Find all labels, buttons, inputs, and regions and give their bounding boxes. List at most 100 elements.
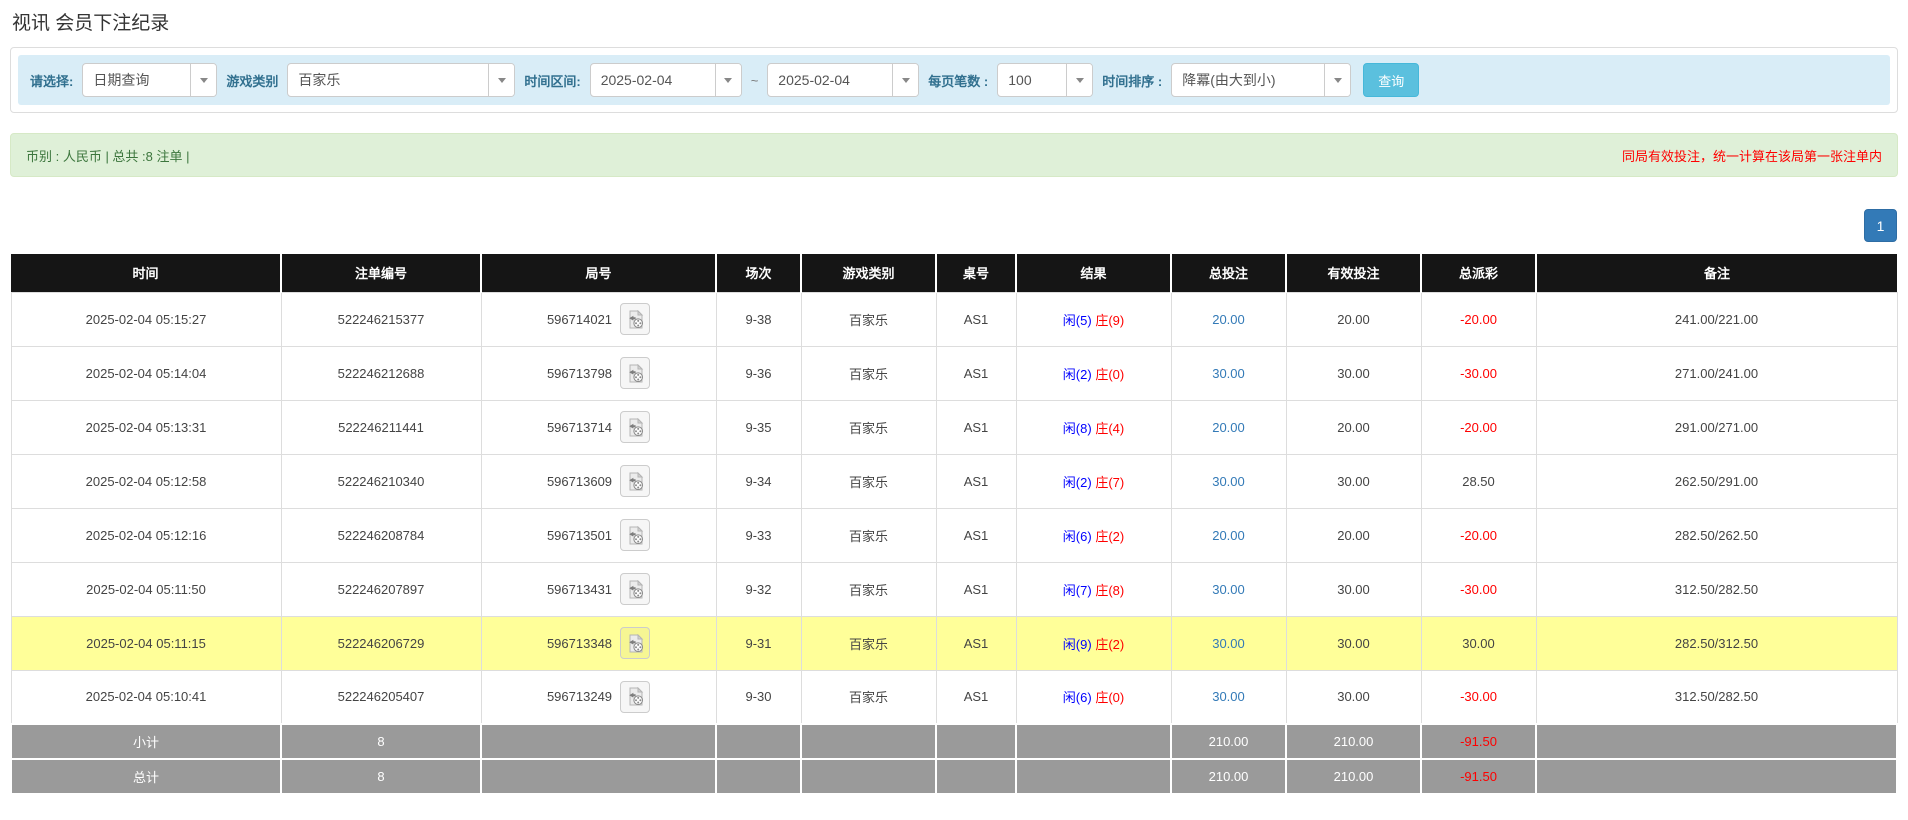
game-category-cell: 百家乐: [801, 400, 936, 454]
time-cell: 2025-02-04 05:13:31: [11, 400, 281, 454]
round-id-cell: 596713348: [481, 616, 716, 670]
total-bet-cell: 30.00: [1171, 670, 1286, 724]
valid-bet-cell: 20.00: [1286, 508, 1421, 562]
banker-result: 庄(0): [1095, 690, 1124, 705]
table-row: 2025-02-04 05:11:50 522246207897 5967134…: [11, 562, 1897, 616]
summary-count-cell: 8: [281, 724, 481, 759]
remark-cell: 241.00/221.00: [1536, 292, 1897, 346]
total-bet-link[interactable]: 30.00: [1212, 366, 1245, 381]
total-bet-link[interactable]: 30.00: [1212, 582, 1245, 597]
remark-cell: 312.50/282.50: [1536, 670, 1897, 724]
banker-result: 庄(0): [1095, 367, 1124, 382]
search-button[interactable]: 查询: [1363, 63, 1419, 97]
table-row: 2025-02-04 05:13:31 522246211441 5967137…: [11, 400, 1897, 454]
query-type-select[interactable]: 日期查询: [82, 63, 217, 97]
game-category-cell: 百家乐: [801, 454, 936, 508]
table-row: 2025-02-04 05:14:04 522246212688 5967137…: [11, 346, 1897, 400]
summary-payout-cell: -91.50: [1421, 759, 1536, 794]
total-bet-link[interactable]: 30.00: [1212, 636, 1245, 651]
video-replay-button[interactable]: [620, 681, 650, 713]
total-bet-link[interactable]: 20.00: [1212, 420, 1245, 435]
round-id-value: 596713348: [547, 636, 612, 651]
summary-row: 总计 8 210.00 210.00 -91.50: [11, 759, 1897, 794]
game-category-cell: 百家乐: [801, 562, 936, 616]
total-bet-cell: 20.00: [1171, 400, 1286, 454]
empty-cell: [716, 724, 801, 759]
table-number-cell: AS1: [936, 508, 1016, 562]
film-document-icon: [627, 580, 644, 599]
total-bet-cell: 30.00: [1171, 454, 1286, 508]
video-replay-button[interactable]: [620, 303, 650, 335]
table-number-cell: AS1: [936, 454, 1016, 508]
bet-id-cell: 522246208784: [281, 508, 481, 562]
banker-result: 庄(4): [1095, 421, 1124, 436]
session-cell: 9-33: [716, 508, 801, 562]
total-bet-cell: 30.00: [1171, 346, 1286, 400]
round-id-cell: 596713798: [481, 346, 716, 400]
game-category-select[interactable]: 百家乐: [287, 63, 515, 97]
chevron-down-icon[interactable]: [190, 64, 216, 96]
remark-cell: 282.50/262.50: [1536, 508, 1897, 562]
film-document-icon: [627, 634, 644, 653]
chevron-down-icon[interactable]: [1066, 64, 1092, 96]
empty-cell: [481, 759, 716, 794]
payout-cell: -30.00: [1421, 562, 1536, 616]
empty-cell: [936, 759, 1016, 794]
column-header: 总派彩: [1421, 254, 1536, 292]
column-header: 桌号: [936, 254, 1016, 292]
page-size-select[interactable]: 100: [997, 63, 1093, 97]
video-replay-button[interactable]: [620, 411, 650, 443]
total-bet-link[interactable]: 30.00: [1212, 689, 1245, 704]
betting-records-table: 时间注单编号局号场次游戏类别桌号结果总投注有效投注总派彩备注 2025-02-0…: [10, 254, 1898, 795]
total-bet-link[interactable]: 20.00: [1212, 312, 1245, 327]
remark-cell: 291.00/271.00: [1536, 400, 1897, 454]
video-replay-button[interactable]: [620, 357, 650, 389]
page-button[interactable]: 1: [1864, 209, 1897, 242]
game-category-label: 游戏类别: [226, 71, 278, 90]
summary-total-bet-cell: 210.00: [1171, 724, 1286, 759]
player-result: 闲(6): [1063, 529, 1092, 544]
game-category-cell: 百家乐: [801, 670, 936, 724]
video-replay-button[interactable]: [620, 627, 650, 659]
banker-result: 庄(2): [1095, 529, 1124, 544]
summary-label-cell: 小计: [11, 724, 281, 759]
chevron-down-icon[interactable]: [488, 64, 514, 96]
date-to-select[interactable]: 2025-02-04: [767, 63, 919, 97]
page-root: 视讯 会员下注纪录 请选择: 日期查询 游戏类别 百家乐 时间区间: 2025-…: [0, 0, 1908, 820]
video-replay-button[interactable]: [620, 573, 650, 605]
rule-note-text: 同局有效投注，统一计算在该局第一张注单内: [1622, 146, 1882, 165]
round-id-value: 596713431: [547, 582, 612, 597]
session-cell: 9-32: [716, 562, 801, 616]
remark-cell: 312.50/282.50: [1536, 562, 1897, 616]
valid-bet-cell: 30.00: [1286, 346, 1421, 400]
round-id-cell: 596713501: [481, 508, 716, 562]
payout-cell: 28.50: [1421, 454, 1536, 508]
column-header: 场次: [716, 254, 801, 292]
column-header: 总投注: [1171, 254, 1286, 292]
round-id-cell: 596713249: [481, 670, 716, 724]
bet-id-cell: 522246210340: [281, 454, 481, 508]
round-id-cell: 596713431: [481, 562, 716, 616]
sort-select[interactable]: 降冪(由大到小): [1171, 63, 1351, 97]
round-id-value: 596714021: [547, 312, 612, 327]
summary-valid-bet-cell: 210.00: [1286, 724, 1421, 759]
empty-cell: [936, 724, 1016, 759]
chevron-down-icon[interactable]: [892, 64, 918, 96]
summary-row: 小计 8 210.00 210.00 -91.50: [11, 724, 1897, 759]
game-category-value: 百家乐: [288, 64, 488, 96]
payout-cell: -30.00: [1421, 346, 1536, 400]
video-replay-button[interactable]: [620, 465, 650, 497]
film-document-icon: [627, 418, 644, 437]
video-replay-button[interactable]: [620, 519, 650, 551]
empty-cell: [801, 724, 936, 759]
table-footer: 小计 8 210.00 210.00 -91.50 总计 8 210.00 21…: [11, 724, 1897, 794]
total-bet-link[interactable]: 30.00: [1212, 474, 1245, 489]
table-header: 时间注单编号局号场次游戏类别桌号结果总投注有效投注总派彩备注: [11, 254, 1897, 292]
date-from-select[interactable]: 2025-02-04: [590, 63, 742, 97]
chevron-down-icon[interactable]: [715, 64, 741, 96]
round-id-cell: 596713714: [481, 400, 716, 454]
column-header: 注单编号: [281, 254, 481, 292]
total-bet-link[interactable]: 20.00: [1212, 528, 1245, 543]
table-body: 2025-02-04 05:15:27 522246215377 5967140…: [11, 292, 1897, 724]
chevron-down-icon[interactable]: [1324, 64, 1350, 96]
